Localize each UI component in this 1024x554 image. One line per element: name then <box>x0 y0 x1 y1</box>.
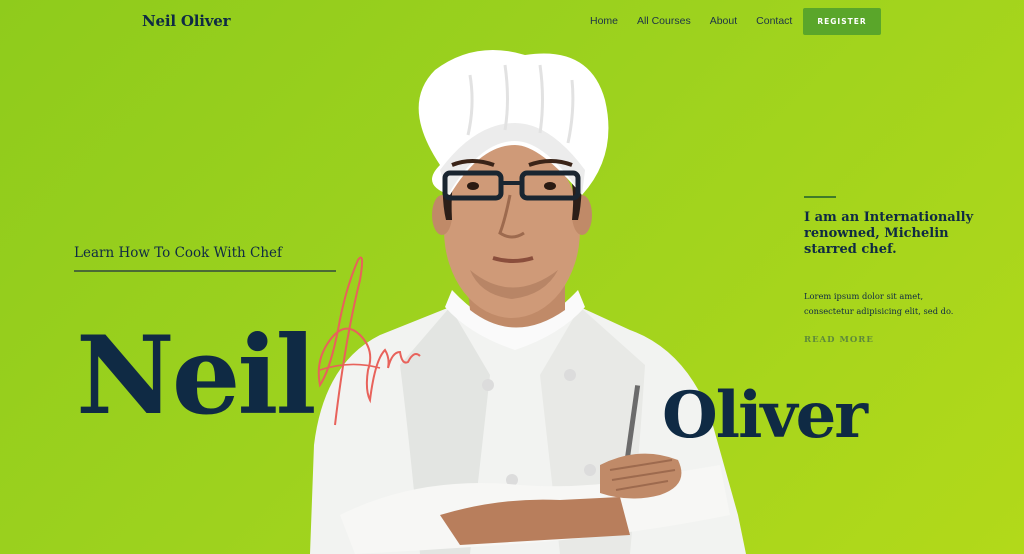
hero-first-name: Neil <box>76 313 316 439</box>
intro-body: Lorem ipsum dolor sit amet, consectetur … <box>804 291 954 316</box>
register-button[interactable]: REGISTER <box>803 8 881 35</box>
hero-last-name: Oliver <box>662 378 868 453</box>
hero-subtitle: Learn How To Cook With Chef <box>74 245 282 261</box>
intro-divider <box>804 196 836 198</box>
nav-item-contact[interactable]: Contact <box>756 15 792 27</box>
nav-item-all-courses[interactable]: All Courses <box>637 15 691 27</box>
nav-item-about[interactable]: About <box>710 15 737 27</box>
nav-item-home[interactable]: Home <box>590 15 618 27</box>
read-more-link[interactable]: READ MORE <box>804 335 874 345</box>
signature-graphic <box>317 256 421 426</box>
site-logo[interactable]: Neil Oliver <box>142 12 231 30</box>
intro-heading: I am an Internationally renowned, Michel… <box>804 210 974 257</box>
main-nav: Home All Courses About Contact <box>590 15 811 27</box>
